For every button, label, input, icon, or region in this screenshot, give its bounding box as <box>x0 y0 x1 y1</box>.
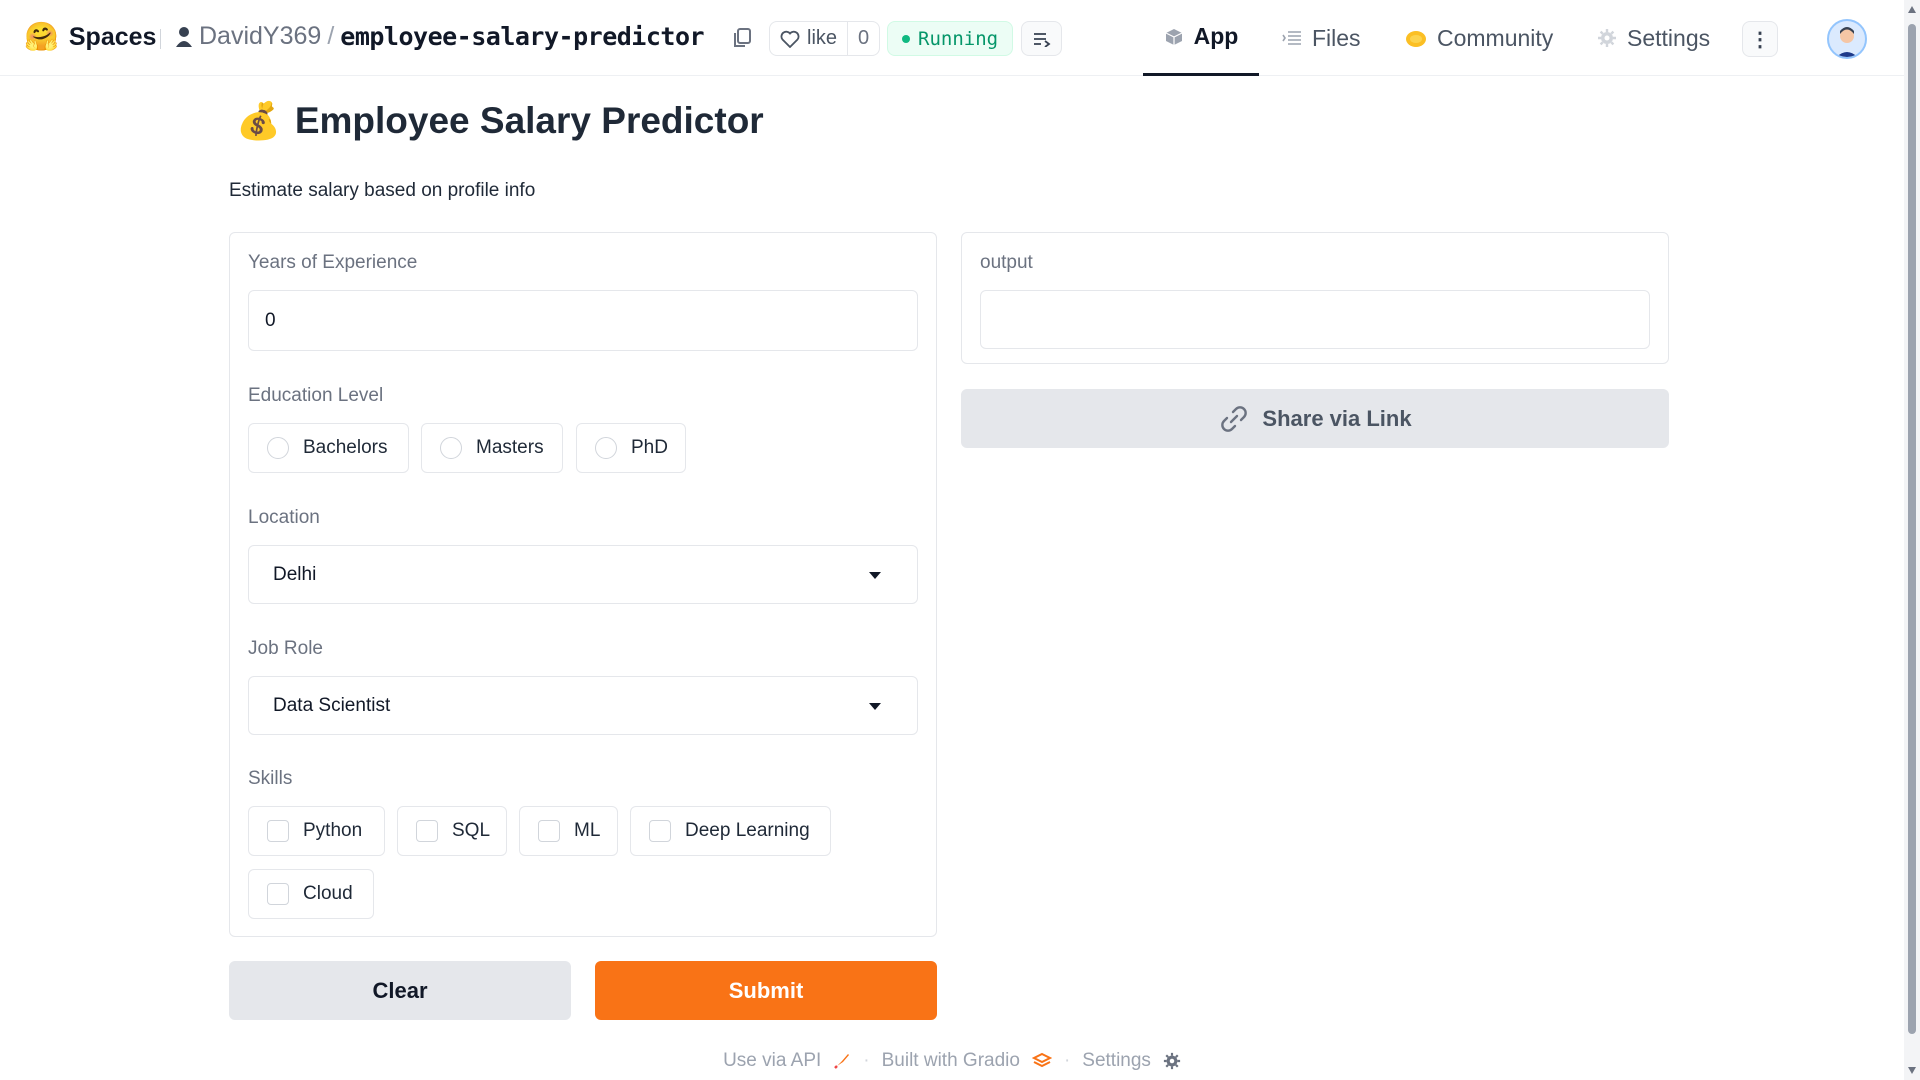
heart-icon <box>780 30 800 48</box>
cube-icon <box>1165 28 1182 45</box>
education-option-phd[interactable]: PhD <box>576 423 686 473</box>
copy-icon[interactable] <box>731 26 753 50</box>
checkbox-icon[interactable] <box>267 820 289 842</box>
location-dropdown[interactable]: Delhi <box>248 545 918 604</box>
header-divider <box>160 29 161 49</box>
owner-avatar-icon <box>176 26 192 47</box>
share-via-link-button[interactable]: Share via Link <box>961 389 1669 448</box>
output-textbox[interactable] <box>980 290 1650 349</box>
output-label: output <box>980 252 1033 273</box>
footer-separator: · <box>863 1050 870 1071</box>
app-description: Estimate salary based on profile info <box>229 180 536 201</box>
experience-label: Years of Experience <box>248 252 418 273</box>
status-label: Running <box>918 27 999 50</box>
page-title: Employee Salary Predictor <box>294 100 764 141</box>
footer-settings-link[interactable]: Settings <box>1082 1050 1151 1072</box>
job-role-selected-value: Data Scientist <box>273 694 391 716</box>
space-name-link[interactable]: employee-salary-predictor <box>340 22 704 51</box>
education-label: Education Level <box>248 385 384 406</box>
submit-button[interactable]: Submit <box>595 961 937 1020</box>
gear-icon <box>1598 29 1616 47</box>
experience-input[interactable]: 0 <box>248 290 918 351</box>
gradio-logo-icon <box>1031 1052 1052 1068</box>
location-label: Location <box>248 507 320 528</box>
checkbox-icon[interactable] <box>416 820 438 842</box>
chevron-down-icon <box>869 571 881 579</box>
status-dot-icon <box>902 34 910 43</box>
option-label: Masters <box>476 437 544 458</box>
more-options-button[interactable]: ⋮ <box>1742 21 1778 57</box>
spaces-brand-link[interactable]: 🤗 Spaces <box>24 20 156 54</box>
option-label: SQL <box>452 820 491 841</box>
huggingface-logo-icon: 🤗 <box>24 21 59 52</box>
space-breadcrumb: DavidY369 / employee-salary-predictor <box>175 22 705 51</box>
top-navigation-bar: 🤗 Spaces DavidY369 / employee-salary-pre… <box>0 0 1904 76</box>
checkbox-icon[interactable] <box>538 820 560 842</box>
location-selected-value: Delhi <box>273 563 317 585</box>
option-label: ML <box>574 820 601 841</box>
user-avatar[interactable] <box>1827 19 1867 59</box>
scroll-up-arrow-icon[interactable] <box>1908 6 1916 13</box>
footer-separator: · <box>1063 1050 1071 1071</box>
files-icon <box>1282 31 1301 45</box>
job-role-dropdown[interactable]: Data Scientist <box>248 676 918 735</box>
option-label: Python <box>303 820 363 841</box>
skill-option-ml[interactable]: ML <box>519 806 618 856</box>
tab-app-label: App <box>1193 23 1239 49</box>
use-via-api-link[interactable]: Use via API <box>723 1050 821 1072</box>
tab-community-label: Community <box>1437 24 1554 51</box>
gear-icon <box>1163 1052 1181 1070</box>
tab-files[interactable]: Files <box>1282 0 1361 76</box>
radio-circle-icon[interactable] <box>595 437 617 459</box>
money-bag-icon: 💰 <box>236 100 281 141</box>
option-label: Deep Learning <box>685 820 810 841</box>
like-toggle[interactable]: like <box>770 22 847 55</box>
option-label: Cloud <box>303 883 353 904</box>
clear-button[interactable]: Clear <box>229 961 571 1020</box>
tab-files-label: Files <box>1312 24 1361 51</box>
scrollbar-thumb[interactable] <box>1908 24 1916 1034</box>
chevron-down-icon <box>869 702 881 710</box>
skill-option-cloud[interactable]: Cloud <box>248 869 374 919</box>
breadcrumb-slash: / <box>327 22 335 50</box>
app-footer: Use via API · Built with Gradio · Settin… <box>0 1050 1904 1072</box>
user-avatar-icon <box>1836 27 1858 57</box>
checkbox-icon[interactable] <box>267 883 289 905</box>
skills-label: Skills <box>248 768 293 789</box>
built-with-gradio-link[interactable]: Built with Gradio <box>882 1050 1020 1072</box>
like-count[interactable]: 0 <box>847 22 879 55</box>
tab-community[interactable]: Community <box>1405 0 1553 76</box>
checkbox-icon[interactable] <box>649 820 671 842</box>
community-icon <box>1406 31 1426 47</box>
share-label: Share via Link <box>1262 405 1412 431</box>
brand-label: Spaces <box>68 22 157 51</box>
skill-option-python[interactable]: Python <box>248 806 385 856</box>
job-role-label: Job Role <box>248 638 323 659</box>
skill-option-sql[interactable]: SQL <box>397 806 507 856</box>
radio-circle-icon[interactable] <box>267 437 289 459</box>
option-label: PhD <box>631 437 668 458</box>
skill-option-deep-learning[interactable]: Deep Learning <box>630 806 831 856</box>
tab-app[interactable]: App <box>1143 0 1259 76</box>
page-scrollbar[interactable] <box>1904 0 1920 1080</box>
scroll-down-arrow-icon[interactable] <box>1908 1067 1916 1074</box>
logs-button[interactable] <box>1021 21 1062 56</box>
owner-link[interactable]: DavidY369 <box>199 22 321 51</box>
running-status-badge[interactable]: Running <box>887 21 1014 56</box>
education-option-bachelors[interactable]: Bachelors <box>248 423 409 473</box>
app-title: 💰 Employee Salary Predictor <box>236 100 764 142</box>
like-label: like <box>807 27 838 49</box>
link-icon <box>1221 405 1248 432</box>
tab-settings[interactable]: Settings <box>1597 0 1710 76</box>
logs-icon <box>1033 32 1050 47</box>
like-button[interactable]: like 0 <box>769 21 881 56</box>
radio-circle-icon[interactable] <box>440 437 462 459</box>
rocket-icon <box>834 1054 850 1069</box>
tab-settings-label: Settings <box>1627 24 1711 51</box>
option-label: Bachelors <box>303 437 388 458</box>
education-option-masters[interactable]: Masters <box>421 423 563 473</box>
